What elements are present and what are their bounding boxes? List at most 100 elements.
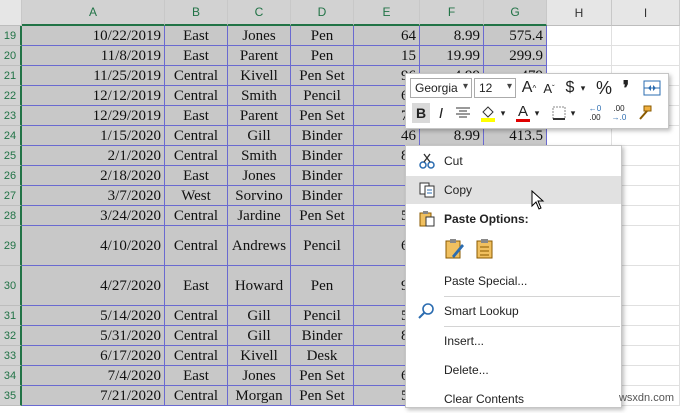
empty-cell[interactable] — [612, 266, 680, 306]
comma-style-button[interactable]: ❜ — [618, 78, 634, 100]
cell-rep[interactable]: Parent — [228, 46, 291, 66]
cell-region[interactable]: East — [165, 366, 228, 386]
font-color-button[interactable]: A — [514, 103, 532, 123]
font-name-box[interactable]: Georgia ▾ — [410, 78, 472, 98]
cell-date[interactable]: 4/27/2020 — [22, 266, 165, 306]
cell-date[interactable]: 11/25/2019 — [22, 66, 165, 86]
paste-values-icon[interactable] — [474, 238, 496, 260]
cell-rep[interactable]: Smith — [228, 146, 291, 166]
cell-rep[interactable]: Jones — [228, 166, 291, 186]
empty-cell[interactable] — [612, 226, 680, 266]
row-header[interactable]: 20 — [0, 46, 22, 66]
cell-rep[interactable]: Kivell — [228, 66, 291, 86]
cell-region[interactable]: West — [165, 186, 228, 206]
menu-item-copy[interactable]: Copy — [406, 176, 621, 204]
increase-decimal-button[interactable]: .00 →.0 — [608, 102, 630, 124]
column-header-g[interactable]: G — [484, 0, 547, 26]
menu-item-cut[interactable]: Cut — [406, 147, 621, 175]
cell-region[interactable]: East — [165, 26, 228, 46]
cell-cost[interactable]: 8.99 — [420, 26, 484, 46]
cell-item[interactable]: Pencil — [291, 86, 354, 106]
chevron-down-icon[interactable]: ▾ — [578, 78, 588, 98]
row-header[interactable]: 26 — [0, 166, 22, 186]
borders-button[interactable] — [550, 103, 568, 123]
cell-item[interactable]: Desk — [291, 346, 354, 366]
chevron-down-icon[interactable]: ▾ — [568, 103, 578, 123]
cell-rep[interactable]: Smith — [228, 86, 291, 106]
cell-date[interactable]: 10/22/2019 — [22, 26, 165, 46]
cell-rep[interactable]: Jones — [228, 366, 291, 386]
italic-button[interactable]: I — [434, 103, 448, 123]
cell-date[interactable]: 1/15/2020 — [22, 126, 165, 146]
menu-item-insert[interactable]: Insert... — [406, 327, 621, 355]
cell-cost[interactable]: 19.99 — [420, 46, 484, 66]
cell-rep[interactable]: Parent — [228, 106, 291, 126]
increase-font-size-button[interactable]: A ^ — [520, 78, 538, 98]
empty-cell[interactable] — [612, 46, 680, 66]
column-header-i[interactable]: I — [612, 0, 680, 26]
row-header[interactable]: 25 — [0, 146, 22, 166]
cell-date[interactable]: 7/21/2020 — [22, 386, 165, 406]
empty-cell[interactable] — [612, 206, 680, 226]
menu-item-paste-special[interactable]: Paste Special... — [406, 267, 621, 295]
align-center-button[interactable] — [454, 103, 472, 123]
cell-units[interactable]: 64 — [354, 26, 420, 46]
row-header[interactable]: 22 — [0, 86, 22, 106]
row-header[interactable]: 30 — [0, 266, 22, 306]
cell-rep[interactable]: Kivell — [228, 346, 291, 366]
row-header[interactable]: 28 — [0, 206, 22, 226]
row-header[interactable]: 35 — [0, 386, 22, 406]
cell-item[interactable]: Binder — [291, 326, 354, 346]
empty-cell[interactable] — [612, 126, 680, 146]
cell-date[interactable]: 5/14/2020 — [22, 306, 165, 326]
merge-center-button[interactable] — [642, 79, 662, 97]
empty-cell[interactable] — [612, 366, 680, 386]
menu-item-smart-lookup[interactable]: Smart Lookup — [406, 297, 621, 325]
cell-rep[interactable]: Gill — [228, 306, 291, 326]
cell-date[interactable]: 6/17/2020 — [22, 346, 165, 366]
font-size-box[interactable]: 12 ▾ — [474, 78, 516, 98]
cell-item[interactable]: Binder — [291, 166, 354, 186]
cell-date[interactable]: 2/18/2020 — [22, 166, 165, 186]
cell-date[interactable]: 5/31/2020 — [22, 326, 165, 346]
row-header[interactable]: 33 — [0, 346, 22, 366]
cell-date[interactable]: 11/8/2019 — [22, 46, 165, 66]
cell-date[interactable]: 12/29/2019 — [22, 106, 165, 126]
cell-region[interactable]: Central — [165, 306, 228, 326]
chevron-down-icon[interactable]: ▾ — [463, 81, 468, 92]
cell-date[interactable]: 7/4/2020 — [22, 366, 165, 386]
cell-region[interactable]: Central — [165, 386, 228, 406]
select-all-corner[interactable] — [0, 0, 22, 26]
cell-item[interactable]: Pen Set — [291, 66, 354, 86]
column-header-b[interactable]: B — [165, 0, 228, 26]
cell-item[interactable]: Pencil — [291, 226, 354, 266]
cell-units[interactable]: 15 — [354, 46, 420, 66]
cell-item[interactable]: Pencil — [291, 306, 354, 326]
column-header-d[interactable]: D — [291, 0, 354, 26]
empty-cell[interactable] — [612, 306, 680, 326]
currency-format-button[interactable]: $ — [562, 78, 578, 98]
empty-cell[interactable] — [547, 26, 612, 46]
cell-item[interactable]: Pen — [291, 266, 354, 306]
decrease-font-size-button[interactable]: Aˇ — [540, 78, 558, 98]
empty-cell[interactable] — [612, 146, 680, 166]
cell-date[interactable]: 2/1/2020 — [22, 146, 165, 166]
row-header[interactable]: 34 — [0, 366, 22, 386]
cell-rep[interactable]: Morgan — [228, 386, 291, 406]
row-header[interactable]: 21 — [0, 66, 22, 86]
cell-rep[interactable]: Gill — [228, 126, 291, 146]
cell-date[interactable]: 4/10/2020 — [22, 226, 165, 266]
cell-rep[interactable]: Jones — [228, 26, 291, 46]
cell-region[interactable]: Central — [165, 126, 228, 146]
empty-cell[interactable] — [547, 126, 612, 146]
row-header[interactable]: 27 — [0, 186, 22, 206]
cell-region[interactable]: Central — [165, 226, 228, 266]
column-header-f[interactable]: F — [420, 0, 484, 26]
menu-item-clear-contents[interactable]: Clear Contents — [406, 385, 621, 413]
row-header[interactable]: 31 — [0, 306, 22, 326]
empty-cell[interactable] — [612, 26, 680, 46]
cell-date[interactable]: 3/24/2020 — [22, 206, 165, 226]
cell-item[interactable]: Pen — [291, 26, 354, 46]
cell-item[interactable]: Pen Set — [291, 366, 354, 386]
column-header-h[interactable]: H — [547, 0, 612, 26]
